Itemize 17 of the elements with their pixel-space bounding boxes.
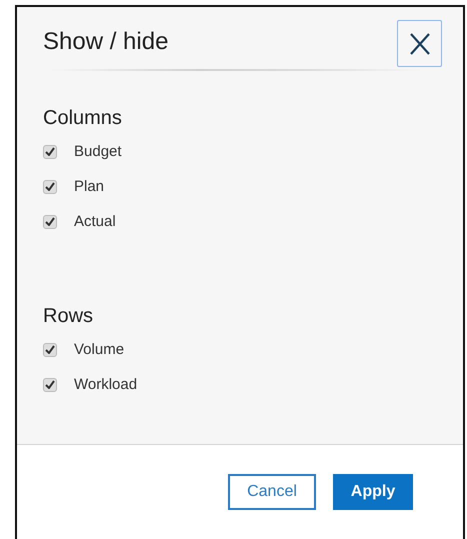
checkbox-label: Actual [74,213,116,230]
cancel-button[interactable]: Cancel [228,474,316,510]
section-heading: Rows [43,305,94,328]
section-heading: Columns [43,107,123,130]
checkbox[interactable] [43,378,57,392]
dialog-title: Show / hide [43,28,168,56]
checkbox[interactable] [43,214,57,228]
checkbox[interactable] [43,144,57,158]
checkbox[interactable] [43,180,57,194]
checkbox-label: Volume [74,341,124,358]
checkbox[interactable] [43,342,57,356]
checkbox-label: Budget [74,143,122,160]
checkbox-label: Plan [74,178,104,195]
checkbox-label: Workload [74,376,138,393]
apply-button[interactable]: Apply [333,474,413,510]
close-button[interactable] [397,20,442,67]
close-icon [408,32,430,56]
